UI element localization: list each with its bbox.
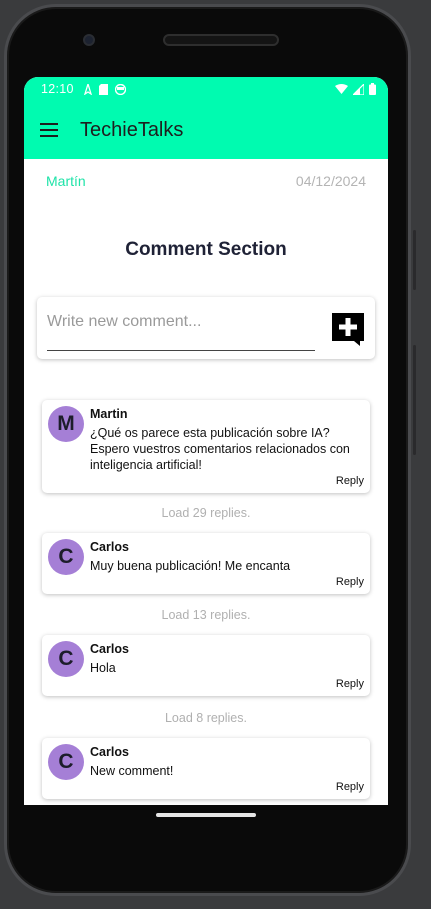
volume-button [413, 230, 416, 290]
comment-text: ¿Qué os parece esta publicación sobre IA… [90, 426, 350, 472]
comment-text: New comment! [90, 764, 174, 778]
avatar[interactable]: M [48, 406, 84, 442]
smiley-notification-icon [114, 83, 126, 95]
post-author[interactable]: Martín [46, 173, 86, 189]
comment-card: C Carlos Muy buena publicación! Me encan… [42, 533, 370, 594]
post-date: 04/12/2024 [295, 173, 366, 189]
hamburger-menu-icon[interactable] [40, 123, 58, 137]
comment-card: C Carlos New comment! Reply [42, 738, 370, 799]
section-title: Comment Section [125, 239, 287, 260]
wifi-icon [335, 84, 348, 94]
sd-card-icon [98, 83, 108, 95]
reply-button[interactable]: Reply [336, 475, 364, 487]
cell-signal-icon [353, 83, 364, 95]
nav-arrow-icon [83, 83, 92, 95]
battery-icon [369, 83, 376, 95]
comment-author: Carlos [90, 745, 129, 759]
front-camera [83, 34, 95, 46]
home-indicator[interactable] [156, 813, 256, 817]
reply-button[interactable]: Reply [336, 781, 364, 793]
status-bar: 12:10 [24, 77, 388, 101]
comment-card: M Martin ¿Qué os parece esta publicación… [42, 400, 370, 493]
avatar[interactable]: C [48, 539, 84, 575]
comment-text: Muy buena publicación! Me encanta [90, 559, 291, 573]
reply-button[interactable]: Reply [336, 576, 364, 588]
earpiece-speaker [163, 34, 279, 46]
status-time: 12:10 [41, 82, 74, 96]
comment-text: Hola [90, 661, 116, 675]
app-bar: TechieTalks [24, 101, 388, 159]
reply-button[interactable]: Reply [336, 678, 364, 690]
add-comment-icon[interactable] [330, 311, 366, 347]
app-screen: 12:10 TechieTalks Martín 04/12/2024 Comm… [24, 77, 388, 805]
post-meta: Martín 04/12/2024 [46, 173, 366, 189]
comment-author: Martin [90, 407, 128, 421]
load-replies-link[interactable]: Load 29 replies. [24, 506, 388, 520]
app-title: TechieTalks [80, 118, 184, 141]
comment-card: C Carlos Hola Reply [42, 635, 370, 696]
new-comment-card [37, 297, 375, 359]
load-replies-link[interactable]: Load 13 replies. [24, 608, 388, 622]
power-button [413, 345, 416, 455]
avatar[interactable]: C [48, 744, 84, 780]
new-comment-input[interactable] [47, 307, 315, 351]
comment-author: Carlos [90, 540, 129, 554]
avatar[interactable]: C [48, 641, 84, 677]
load-replies-link[interactable]: Load 8 replies. [24, 711, 388, 725]
comment-author: Carlos [90, 642, 129, 656]
